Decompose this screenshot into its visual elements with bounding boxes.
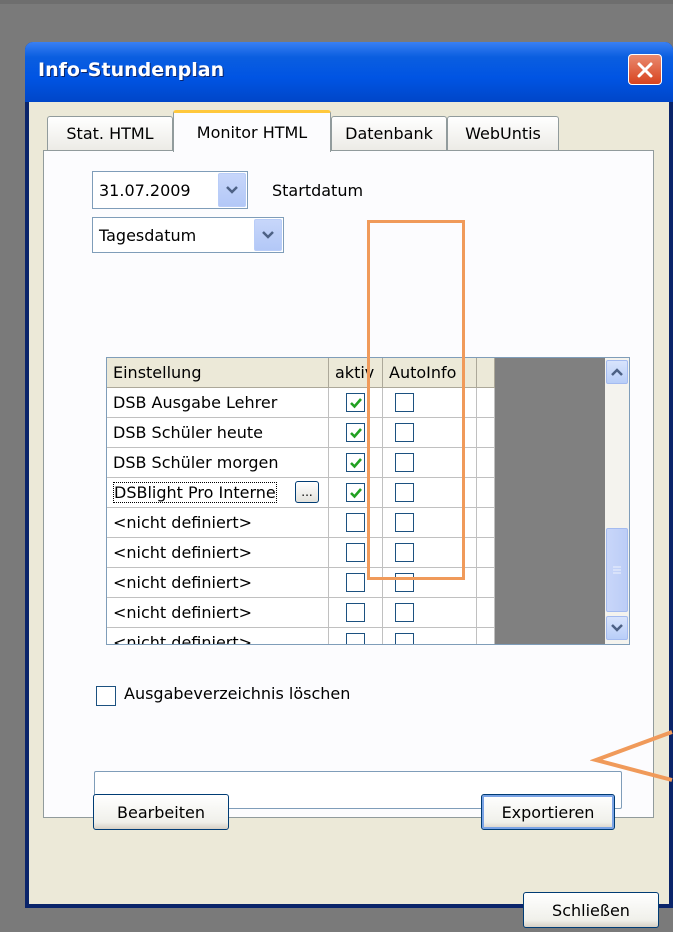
grid-cell-einstellung[interactable]: DSBlight Pro Interne...: [107, 478, 329, 508]
tab-stat-html[interactable]: Stat. HTML: [47, 116, 173, 150]
aktiv-checkbox[interactable]: [346, 483, 365, 502]
tab-webuntis[interactable]: WebUntis: [447, 116, 559, 150]
start-date-value: 31.07.2009: [99, 180, 191, 200]
dialog-client-area: Stat. HTML Monitor HTML Datenbank WebUnt…: [29, 102, 669, 928]
grid-cell-einstellung[interactable]: DSB Schüler heute: [107, 418, 329, 448]
aktiv-checkbox[interactable]: [346, 543, 365, 562]
grid-cell-einstellung[interactable]: <nicht definiert>: [107, 568, 329, 598]
grid-cell-filler: [477, 538, 495, 568]
monitor-html-panel: 31.07.2009 Startdatum Tagesdatum Einstel…: [43, 150, 654, 818]
aktiv-checkbox[interactable]: [346, 513, 365, 532]
grid-cell-aktiv: [329, 628, 383, 644]
aktiv-checkbox[interactable]: [346, 573, 365, 592]
start-date-picker[interactable]: 31.07.2009: [92, 171, 248, 209]
autoinfo-checkbox[interactable]: [395, 603, 414, 622]
grid-cell-filler: [477, 448, 495, 478]
setting-name: DSB Ausgabe Lehrer: [113, 393, 278, 412]
start-date-label: Startdatum: [272, 181, 364, 200]
grid-cell-filler: [477, 568, 495, 598]
aktiv-checkbox[interactable]: [346, 633, 365, 644]
tab-label: Stat. HTML: [66, 124, 154, 143]
tab-monitor-html[interactable]: Monitor HTML: [173, 110, 331, 152]
grid-cell-einstellung[interactable]: DSB Schüler morgen: [107, 448, 329, 478]
setting-name: DSB Schüler heute: [113, 423, 263, 442]
setting-name: <nicht definiert>: [113, 573, 253, 592]
chevron-up-icon: [611, 368, 623, 376]
grid-cell-einstellung[interactable]: <nicht definiert>: [107, 508, 329, 538]
tab-label: WebUntis: [465, 124, 541, 143]
export-button[interactable]: Exportieren: [481, 794, 615, 830]
aktiv-checkbox[interactable]: [346, 453, 365, 472]
chevron-down-icon: [226, 186, 238, 194]
grid-vertical-scrollbar[interactable]: [605, 358, 629, 644]
setting-name: <nicht definiert>: [113, 633, 253, 645]
aktiv-checkbox[interactable]: [346, 603, 365, 622]
grid-cell-einstellung[interactable]: DSB Ausgabe Lehrer: [107, 388, 329, 418]
checkmark-icon: [349, 397, 362, 408]
grid-cell-filler: [477, 598, 495, 628]
setting-name: <nicht definiert>: [113, 513, 253, 532]
grid-cell-einstellung[interactable]: <nicht definiert>: [107, 628, 329, 645]
grid-cell-aktiv: [329, 598, 383, 628]
tab-label: Datenbank: [345, 124, 433, 143]
checkmark-icon: [349, 427, 362, 438]
start-date-dropdown-button[interactable]: [218, 173, 246, 207]
scroll-down-button[interactable]: [606, 616, 628, 640]
grid-cell-einstellung[interactable]: <nicht definiert>: [107, 538, 329, 568]
grid-cell-filler: [477, 418, 495, 448]
grid-cell-filler: [477, 508, 495, 538]
column-header-einstellung[interactable]: Einstellung: [107, 358, 329, 388]
setting-name: <nicht definiert>: [113, 543, 253, 562]
info-stundenplan-dialog: Info-Stundenplan Stat. HTML Monitor HTML…: [25, 42, 673, 928]
date-mode-dropdown-button[interactable]: [254, 219, 282, 251]
column-header-filler: [477, 358, 495, 388]
close-button[interactable]: Schließen: [523, 892, 659, 928]
close-icon: [637, 62, 653, 77]
setting-name: DSBlight Pro Interne: [113, 482, 277, 503]
grid-cell-autoinfo: [383, 598, 477, 628]
window-title: Info-Stundenplan: [38, 59, 225, 81]
grid-cell-einstellung[interactable]: <nicht definiert>: [107, 598, 329, 628]
export-pointer-arrow-icon: [590, 730, 673, 782]
date-mode-select[interactable]: Tagesdatum: [92, 217, 284, 253]
autoinfo-highlight-box: [367, 220, 465, 580]
ellipsis-button[interactable]: ...: [295, 481, 319, 503]
scroll-thumb[interactable]: [606, 528, 628, 612]
tab-label: Monitor HTML: [196, 123, 308, 142]
grid-cell-filler: [477, 478, 495, 508]
grid-cell-filler: [477, 388, 495, 418]
autoinfo-checkbox[interactable]: [395, 633, 414, 644]
edit-button[interactable]: Bearbeiten: [93, 794, 229, 830]
aktiv-checkbox[interactable]: [346, 393, 365, 412]
date-mode-value: Tagesdatum: [99, 225, 197, 245]
grip-icon: [613, 566, 621, 574]
checkmark-icon: [349, 487, 362, 498]
grid-cell-autoinfo: [383, 628, 477, 644]
delete-output-dir-label: Ausgabeverzeichnis löschen: [124, 684, 351, 703]
grid-empty-area: [495, 358, 605, 644]
aktiv-checkbox[interactable]: [346, 423, 365, 442]
tab-datenbank[interactable]: Datenbank: [331, 116, 447, 150]
setting-name: <nicht definiert>: [113, 603, 253, 622]
chevron-down-icon: [262, 231, 274, 239]
close-window-button[interactable]: [628, 54, 662, 85]
checkmark-icon: [349, 457, 362, 468]
title-bar[interactable]: Info-Stundenplan: [25, 42, 673, 102]
delete-output-dir-checkbox[interactable]: [96, 686, 116, 706]
chevron-down-icon: [611, 624, 623, 632]
desktop-backdrop: [0, 0, 673, 4]
scroll-up-button[interactable]: [606, 360, 628, 384]
setting-name: DSB Schüler morgen: [113, 453, 279, 472]
grid-cell-filler: [477, 628, 495, 644]
